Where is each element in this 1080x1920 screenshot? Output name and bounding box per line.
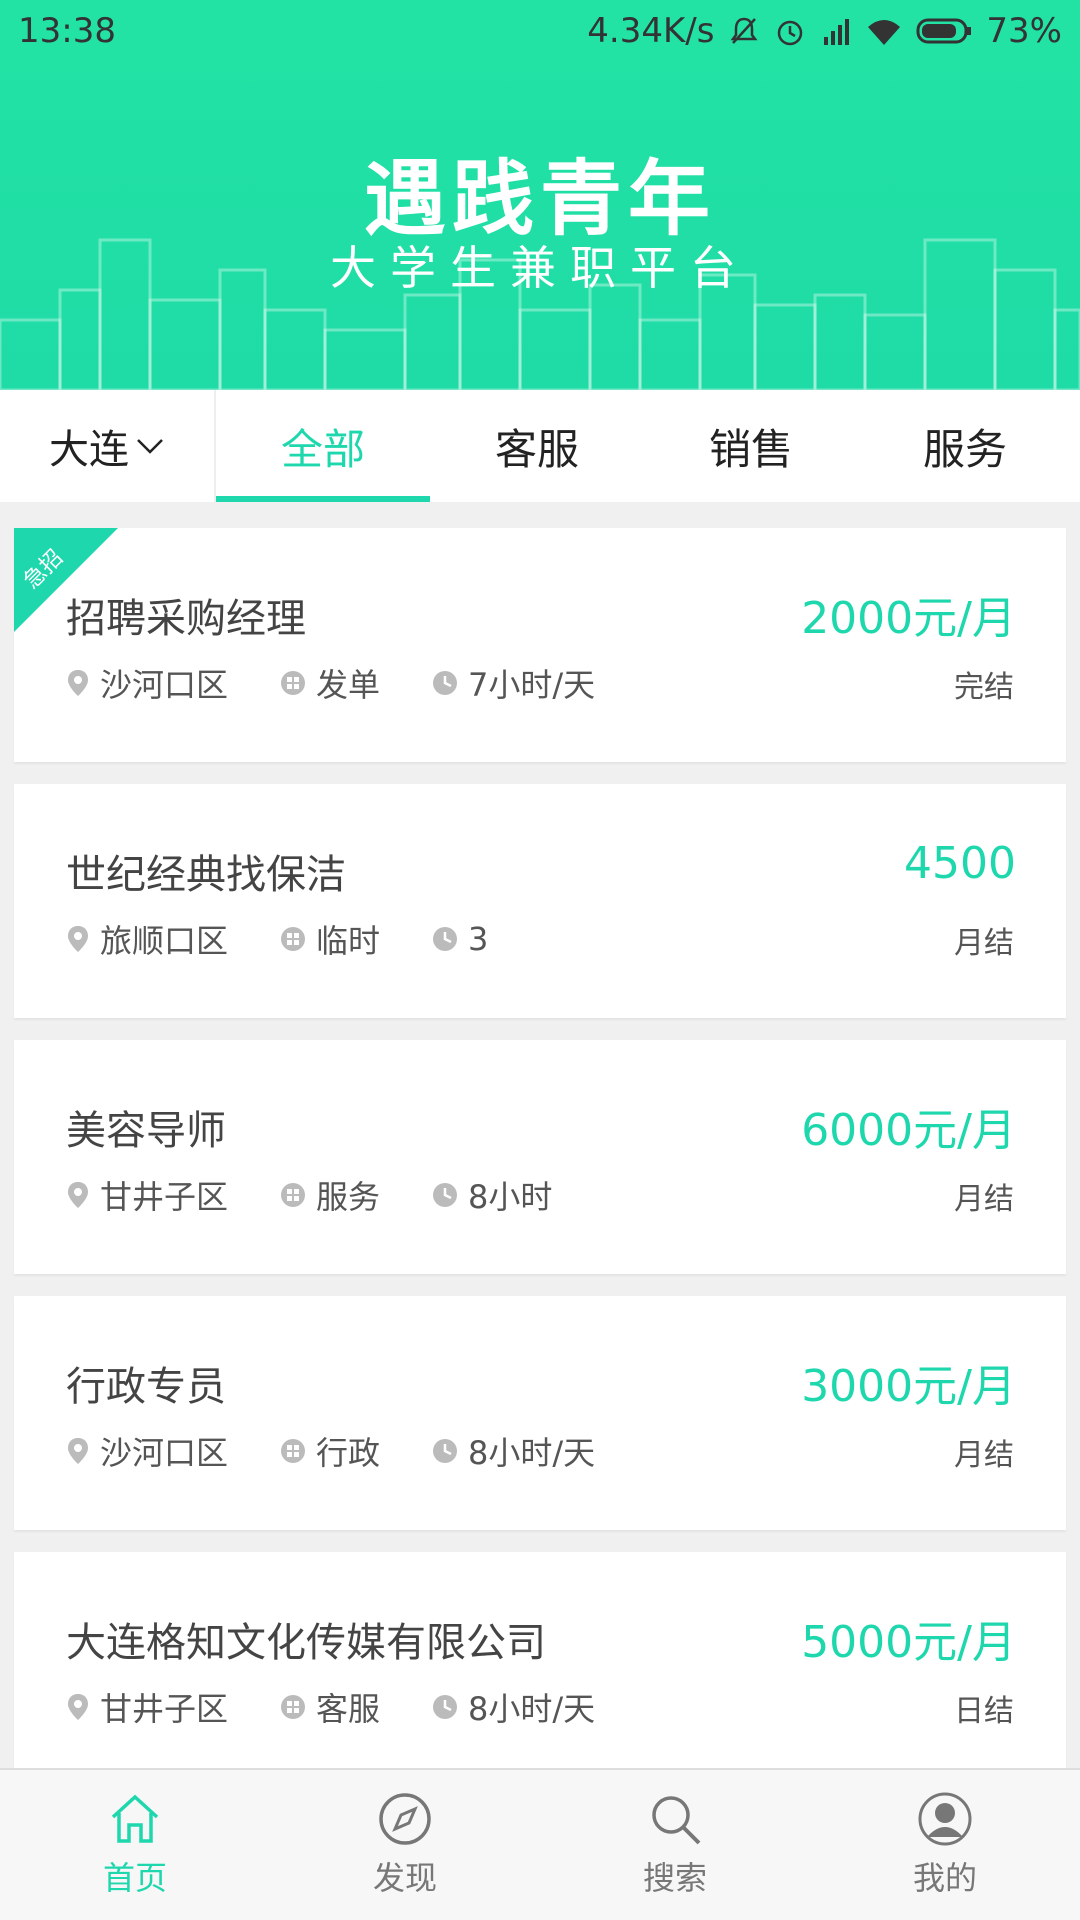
category-tab-bar: 大连 全部 客服 销售 服务 <box>0 390 1080 502</box>
job-hours: 8小时/天 <box>468 1434 596 1472</box>
location-pin-icon <box>68 670 88 696</box>
location-pin-icon <box>68 926 88 952</box>
tab-service[interactable]: 服务 <box>858 390 1072 502</box>
network-speed: 4.34K/s <box>587 11 715 51</box>
job-district: 旅顺口区 <box>100 922 229 960</box>
tab-customer-service[interactable]: 客服 <box>430 390 644 502</box>
location-pin-icon <box>68 1694 88 1720</box>
job-settlement: 日结 <box>954 1694 1014 1729</box>
nav-home[interactable]: 首页 <box>0 1770 270 1920</box>
job-card[interactable]: 美容导师 6000元/月 甘井子区 服务 8小时 月结 <box>14 1040 1066 1274</box>
clock-icon <box>433 1183 458 1207</box>
home-icon <box>111 1794 159 1843</box>
location-pin-icon <box>68 1182 88 1208</box>
job-settlement: 月结 <box>954 926 1014 961</box>
job-title: 世纪经典找保洁 <box>66 852 346 898</box>
job-meta: 甘井子区 客服 8小时/天 <box>66 1684 647 1730</box>
job-district: 沙河口区 <box>100 666 229 704</box>
job-settlement: 月结 <box>954 1182 1014 1217</box>
status-icons: 4.34K/s 73% <box>587 11 1062 51</box>
job-meta: 沙河口区 行政 8小时/天 <box>66 1428 647 1474</box>
nav-profile-label: 我的 <box>912 1859 977 1897</box>
nav-discover-label: 发现 <box>372 1859 437 1897</box>
battery-level: 73% <box>986 11 1062 51</box>
job-card[interactable]: 大连格知文化传媒有限公司 5000元/月 甘井子区 客服 8小时/天 日结 <box>14 1552 1066 1786</box>
category-icon <box>281 927 306 951</box>
job-salary: 4500 <box>904 838 1016 889</box>
banner-subtitle: 大学生兼职平台 <box>330 241 750 295</box>
nav-search[interactable]: 搜索 <box>540 1770 810 1920</box>
job-card[interactable]: 行政专员 3000元/月 沙河口区 行政 8小时/天 月结 <box>14 1296 1066 1530</box>
city-label: 大连 <box>49 427 129 473</box>
category-icon <box>281 1695 306 1719</box>
job-title: 美容导师 <box>66 1108 226 1154</box>
job-hours: 7小时/天 <box>468 666 596 704</box>
job-title: 大连格知文化传媒有限公司 <box>66 1620 546 1666</box>
job-hours: 8小时 <box>468 1178 553 1216</box>
job-list: 急招 招聘采购经理 2000元/月 沙河口区 发单 7小时/天 完结 世纪经典找… <box>14 528 1066 1808</box>
chevron-down-icon <box>137 439 163 454</box>
job-category: 行政 <box>316 1434 381 1472</box>
mute-icon <box>730 17 758 44</box>
job-title: 招聘采购经理 <box>66 596 306 642</box>
clock-icon <box>433 671 458 695</box>
job-hours: 3 <box>468 920 489 958</box>
status-time: 13:38 <box>18 11 116 51</box>
job-salary: 3000元/月 <box>801 1361 1016 1412</box>
profile-icon <box>918 1792 972 1846</box>
wifi-icon <box>868 20 901 45</box>
compass-icon <box>379 1793 431 1845</box>
category-icon <box>281 1183 306 1207</box>
job-district: 甘井子区 <box>100 1178 229 1216</box>
battery-icon <box>916 18 972 44</box>
job-salary: 5000元/月 <box>801 1617 1016 1668</box>
bottom-navigation: 首页 发现 搜索 我的 <box>0 1768 1080 1920</box>
job-card[interactable]: 急招 招聘采购经理 2000元/月 沙河口区 发单 7小时/天 完结 <box>14 528 1066 762</box>
clock-icon <box>433 1695 458 1719</box>
job-salary: 6000元/月 <box>801 1105 1016 1156</box>
job-meta: 旅顺口区 临时 3 <box>66 916 540 962</box>
tab-all[interactable]: 全部 <box>216 390 430 502</box>
clock-icon <box>433 1439 458 1463</box>
job-settlement: 月结 <box>954 1438 1014 1473</box>
nav-profile[interactable]: 我的 <box>810 1770 1080 1920</box>
status-bar: 13:38 4.34K/s 73% <box>0 0 1080 62</box>
job-category: 发单 <box>316 666 381 704</box>
job-meta: 沙河口区 发单 7小时/天 <box>66 660 647 706</box>
nav-search-label: 搜索 <box>642 1859 707 1897</box>
job-district: 甘井子区 <box>100 1690 229 1728</box>
job-salary: 2000元/月 <box>801 593 1016 644</box>
job-card[interactable]: 世纪经典找保洁 4500 旅顺口区 临时 3 月结 <box>14 784 1066 1018</box>
nav-discover[interactable]: 发现 <box>270 1770 540 1920</box>
nav-home-label: 首页 <box>102 1859 167 1897</box>
category-icon <box>281 1439 306 1463</box>
job-category: 服务 <box>316 1178 381 1216</box>
category-icon <box>281 671 306 695</box>
job-title: 行政专员 <box>66 1364 226 1410</box>
signal-icon <box>824 19 850 45</box>
job-category: 客服 <box>316 1690 381 1728</box>
job-district: 沙河口区 <box>100 1434 229 1472</box>
tab-sales[interactable]: 销售 <box>644 390 858 502</box>
job-settlement: 完结 <box>954 670 1014 705</box>
search-icon <box>652 1796 701 1845</box>
job-category: 临时 <box>316 922 381 960</box>
alarm-icon <box>778 20 803 46</box>
job-hours: 8小时/天 <box>468 1690 596 1728</box>
job-meta: 甘井子区 服务 8小时 <box>66 1172 604 1218</box>
city-selector[interactable]: 大连 <box>0 390 216 502</box>
location-pin-icon <box>68 1438 88 1464</box>
clock-icon <box>433 927 458 951</box>
